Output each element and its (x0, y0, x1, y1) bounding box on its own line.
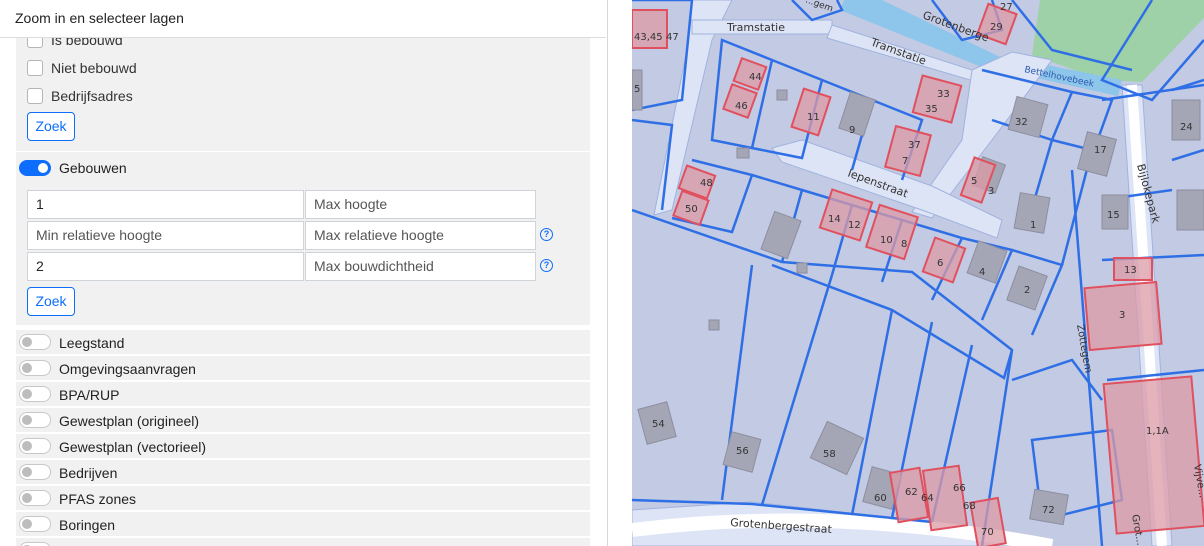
layer-label: Boringen (59, 517, 116, 533)
question-circle-icon[interactable]: ? (540, 228, 553, 241)
svg-text:48: 48 (700, 178, 713, 189)
cadastral-map[interactable]: 2729 43,45 47 4446 119 3335 377 32 24 17 4… (632, 0, 1204, 546)
svg-text:72: 72 (1042, 505, 1055, 516)
svg-text:54: 54 (652, 419, 665, 430)
checkbox-label: Is bebouwd (51, 38, 123, 48)
search-button[interactable]: Zoek (27, 112, 75, 141)
gebouwen-block: Gebouwen 1 Max hoogte Min relatieve hoog… (16, 152, 590, 325)
svg-text:62: 62 (905, 487, 918, 498)
panel-title: Zoom in en selecteer lagen (15, 10, 184, 26)
svg-text:13: 13 (1124, 265, 1137, 276)
layer-row-bedrijven[interactable]: Bedrijven (16, 460, 590, 484)
svg-text:5: 5 (634, 84, 640, 95)
checkbox-box[interactable] (27, 38, 43, 48)
svg-text:5: 5 (971, 176, 977, 187)
svg-text:66: 66 (953, 483, 966, 494)
layer-row-partial[interactable] (16, 538, 590, 546)
svg-text:60: 60 (874, 493, 887, 504)
map-view[interactable]: 27 29 43,45 47 44 46 11 9 33 35 37 7 32 24 17 4… (632, 0, 1204, 546)
layer-label: Gewestplan (origineel) (59, 413, 200, 429)
gebouwen-label: Gebouwen (59, 160, 127, 176)
layer-label: Gewestplan (vectorieel) (59, 439, 207, 455)
layer-label: Omgevingsaanvragen (59, 361, 196, 377)
layer-toggle[interactable] (19, 412, 51, 428)
layer-row-omgevingsaanvragen[interactable]: Omgevingsaanvragen (16, 356, 590, 380)
min-relative-height-input[interactable]: Min relatieve hoogte (27, 221, 304, 250)
layer-label: Leegstand (59, 335, 125, 351)
layer-toggle[interactable] (19, 516, 51, 532)
svg-text:4: 4 (979, 267, 985, 278)
svg-text:10: 10 (880, 235, 893, 246)
svg-text:32: 32 (1015, 117, 1028, 128)
layer-row-gewestplan-vectorieel[interactable]: Gewestplan (vectorieel) (16, 434, 590, 458)
svg-text:46: 46 (735, 101, 748, 112)
min-density-input[interactable]: 2 (27, 252, 304, 281)
layer-panel: Zoom in en selecteer lagen Is bebouwd Ni… (0, 0, 608, 546)
layer-label: PFAS zones (59, 491, 137, 507)
svg-text:2: 2 (1024, 285, 1030, 296)
svg-text:35: 35 (925, 104, 938, 115)
min-height-input[interactable]: 1 (27, 190, 304, 219)
layer-toggle[interactable] (19, 490, 51, 506)
layer-toggle[interactable] (19, 542, 51, 546)
max-height-input[interactable]: Max hoogte (305, 190, 536, 219)
layer-row-pfas-zones[interactable]: PFAS zones (16, 486, 590, 510)
svg-text:50: 50 (685, 204, 698, 215)
svg-text:3: 3 (1119, 310, 1125, 321)
layer-row-gewestplan-origineel[interactable]: Gewestplan (origineel) (16, 408, 590, 432)
svg-text:37: 37 (908, 140, 921, 151)
parcel-filter-block: Is bebouwd Niet bebouwd Bedrijfsadres Zo… (16, 38, 590, 151)
svg-text:64: 64 (921, 493, 934, 504)
svg-text:9: 9 (849, 125, 855, 136)
svg-text:8: 8 (901, 239, 907, 250)
layer-toggle[interactable] (19, 360, 51, 376)
svg-text:70: 70 (981, 527, 994, 538)
svg-text:24: 24 (1180, 122, 1193, 133)
svg-text:17: 17 (1094, 145, 1107, 156)
layer-row-bpa-rup[interactable]: BPA/RUP (16, 382, 590, 406)
question-circle-icon[interactable]: ? (540, 259, 553, 272)
svg-text:47: 47 (666, 32, 679, 43)
checkbox-box[interactable] (27, 88, 43, 104)
layer-toggle[interactable] (19, 464, 51, 480)
svg-text:11: 11 (807, 112, 820, 123)
gebouwen-toggle[interactable] (19, 160, 51, 176)
svg-text:12: 12 (848, 220, 861, 231)
svg-text:15: 15 (1107, 210, 1120, 221)
svg-text:1: 1 (1030, 220, 1036, 231)
svg-text:1,1A: 1,1A (1146, 426, 1169, 437)
svg-text:56: 56 (736, 446, 749, 457)
svg-text:58: 58 (823, 449, 836, 460)
layer-label: Bedrijven (59, 465, 118, 481)
svg-text:7: 7 (902, 156, 908, 167)
gebouwen-search-button[interactable]: Zoek (27, 287, 75, 316)
layer-row-leegstand[interactable]: Leegstand (16, 330, 590, 354)
svg-text:Tramstatie: Tramstatie (726, 21, 785, 34)
svg-text:14: 14 (828, 214, 841, 225)
svg-text:27: 27 (1000, 2, 1013, 13)
layer-list[interactable]: Is bebouwd Niet bebouwd Bedrijfsadres Zo… (16, 38, 590, 546)
layer-label: BPA/RUP (59, 387, 120, 403)
svg-text:33: 33 (937, 89, 950, 100)
svg-text:3: 3 (988, 186, 994, 197)
layer-toggle[interactable] (19, 334, 51, 350)
checkbox-label: Bedrijfsadres (51, 88, 133, 104)
svg-text:6: 6 (937, 258, 943, 269)
layer-toggle[interactable] (19, 386, 51, 402)
max-density-input[interactable]: Max bouwdichtheid (305, 252, 536, 281)
layer-row-boringen[interactable]: Boringen (16, 512, 590, 536)
max-relative-height-input[interactable]: Max relatieve hoogte (305, 221, 536, 250)
svg-text:68: 68 (963, 501, 976, 512)
panel-header: Zoom in en selecteer lagen (0, 0, 606, 38)
checkbox-box[interactable] (27, 60, 43, 76)
checkbox-label: Niet bebouwd (51, 60, 137, 76)
svg-text:44: 44 (749, 72, 762, 83)
layer-toggle[interactable] (19, 438, 51, 454)
svg-text:43,45: 43,45 (634, 32, 663, 43)
svg-text:29: 29 (990, 22, 1003, 33)
